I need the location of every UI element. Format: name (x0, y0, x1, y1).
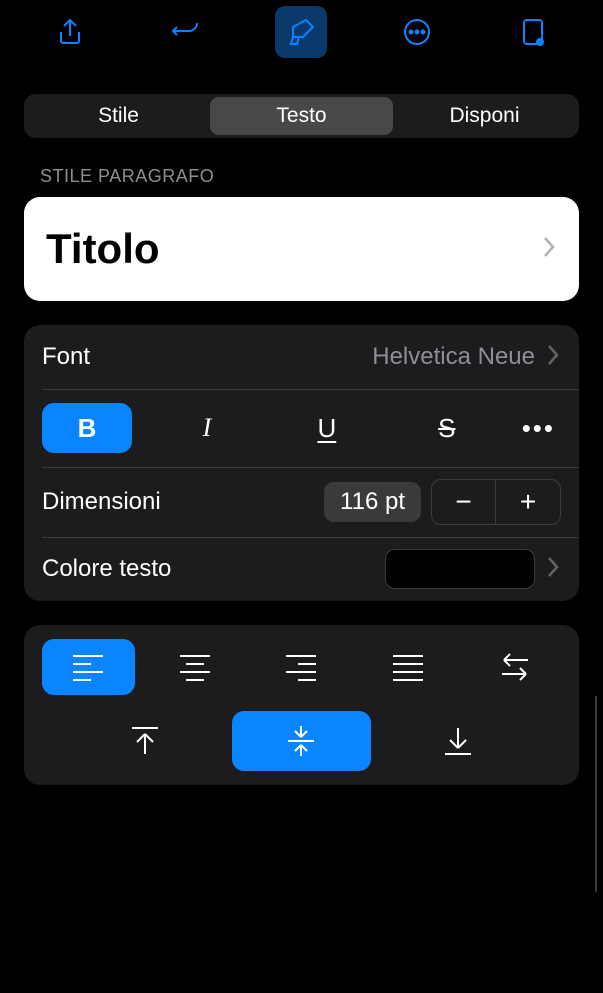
font-label: Font (42, 343, 372, 371)
format-button[interactable] (275, 6, 327, 58)
more-glyph: ••• (522, 413, 555, 443)
share-icon (55, 17, 85, 47)
plus-glyph: + (520, 486, 536, 518)
chevron-right-icon (545, 556, 561, 583)
format-brush-icon (286, 17, 316, 47)
tab-stile-label: Stile (98, 104, 139, 128)
valign-bottom-icon (441, 724, 475, 758)
font-more-button[interactable]: ••• (522, 413, 555, 444)
undo-button[interactable] (160, 6, 212, 58)
align-left-button[interactable] (42, 639, 135, 695)
paragraph-style-heading: STILE PARAGRAFO (40, 166, 563, 187)
vertical-align-row (42, 711, 561, 771)
align-justify-icon (391, 650, 425, 684)
size-stepper: − + (431, 479, 561, 525)
valign-bottom-button[interactable] (389, 711, 527, 771)
font-value: Helvetica Neue (372, 343, 535, 371)
tab-stile[interactable]: Stile (27, 97, 210, 135)
color-label: Colore testo (42, 555, 385, 583)
align-right-icon (284, 650, 318, 684)
font-style-row: B I U S ••• (24, 389, 579, 467)
alignment-panel (24, 625, 579, 785)
size-value[interactable]: 116 pt (324, 482, 421, 522)
underline-glyph: U (317, 413, 336, 444)
bold-button[interactable]: B (42, 403, 132, 453)
undo-icon (171, 17, 201, 47)
chevron-right-icon (545, 344, 561, 371)
align-center-icon (178, 650, 212, 684)
document-icon (518, 17, 548, 47)
size-increase-button[interactable]: + (496, 480, 560, 524)
horizontal-align-row (42, 639, 561, 695)
color-swatch (385, 549, 535, 589)
document-button[interactable] (507, 6, 559, 58)
strike-glyph: S (438, 413, 455, 444)
paragraph-style-row[interactable]: Titolo (24, 197, 579, 301)
tab-disponi[interactable]: Disponi (393, 97, 576, 135)
more-button[interactable] (391, 6, 443, 58)
valign-middle-button[interactable] (232, 711, 370, 771)
more-icon (402, 17, 432, 47)
minus-glyph: − (455, 486, 471, 518)
paragraph-style-value: Titolo (46, 225, 541, 273)
size-decrease-button[interactable]: − (432, 480, 496, 524)
valign-top-icon (128, 724, 162, 758)
font-panel: Font Helvetica Neue B I U S ••• Dimensio… (24, 325, 579, 601)
text-color-row[interactable]: Colore testo (24, 537, 579, 601)
align-center-button[interactable] (149, 639, 242, 695)
strikethrough-button[interactable]: S (402, 403, 492, 453)
format-tabs: Stile Testo Disponi (24, 94, 579, 138)
tab-testo[interactable]: Testo (210, 97, 393, 135)
text-direction-button[interactable] (468, 639, 561, 695)
text-direction-icon (498, 650, 532, 684)
tab-disponi-label: Disponi (449, 104, 519, 128)
italic-button[interactable]: I (162, 403, 252, 453)
bold-glyph: B (78, 413, 97, 444)
align-right-button[interactable] (255, 639, 348, 695)
italic-glyph: I (203, 413, 212, 443)
chevron-right-icon (541, 236, 557, 263)
align-justify-button[interactable] (362, 639, 455, 695)
underline-button[interactable]: U (282, 403, 372, 453)
share-button[interactable] (44, 6, 96, 58)
top-toolbar (0, 0, 603, 64)
font-size-row: Dimensioni 116 pt − + (24, 467, 579, 537)
size-label: Dimensioni (42, 488, 324, 516)
valign-middle-icon (284, 724, 318, 758)
callout-line (595, 696, 597, 892)
tab-testo-label: Testo (276, 104, 326, 128)
valign-top-button[interactable] (76, 711, 214, 771)
align-left-icon (71, 650, 105, 684)
font-family-row[interactable]: Font Helvetica Neue (24, 325, 579, 389)
